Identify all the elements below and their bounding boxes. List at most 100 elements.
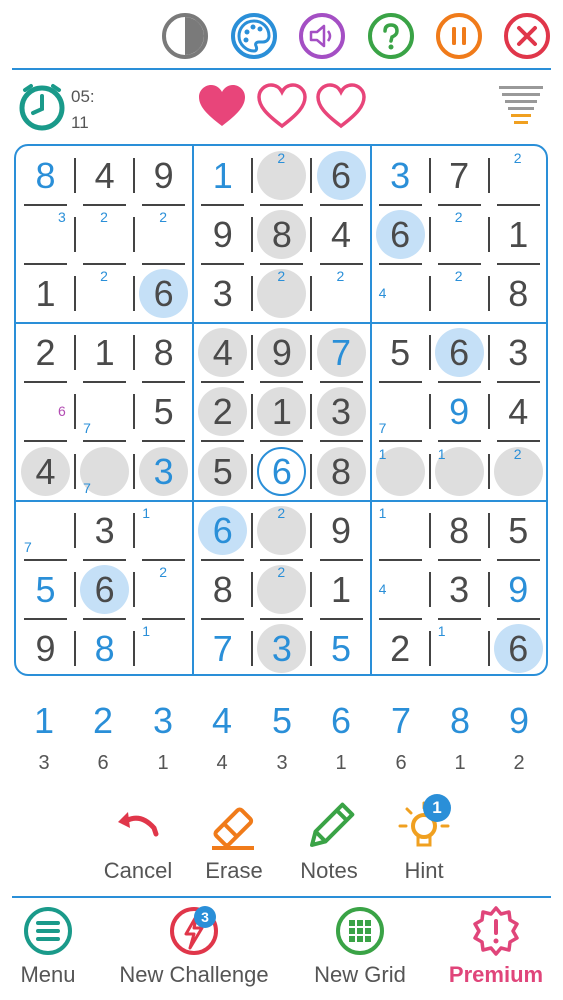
board-cell[interactable]: 2 — [193, 382, 254, 443]
board-cell[interactable]: 2 — [489, 442, 548, 501]
board-cell[interactable]: 2 — [75, 264, 136, 323]
board-cell[interactable]: 8 — [16, 146, 76, 206]
board-cell[interactable]: 1 — [134, 501, 193, 561]
board-cell[interactable]: 2 — [430, 205, 490, 266]
board-cell[interactable]: 9 — [134, 146, 193, 206]
difficulty-bars-icon[interactable] — [496, 84, 546, 132]
board-cell[interactable]: 8 — [134, 323, 193, 384]
number-pad-key[interactable]: 5 — [262, 700, 302, 742]
board-cell[interactable]: 1 — [312, 560, 371, 620]
board-cell[interactable]: 2 — [75, 205, 136, 266]
board-cell[interactable]: 9 — [16, 619, 76, 678]
nav-premium[interactable]: Premium — [440, 904, 552, 996]
board-cell[interactable]: 2 — [430, 264, 490, 323]
help-icon[interactable] — [367, 12, 415, 60]
board-cell[interactable]: 6 — [75, 560, 136, 620]
board-cell[interactable]: 7 — [430, 146, 490, 206]
board-cell[interactable]: 6 — [134, 264, 193, 323]
board-cell[interactable]: 8 — [75, 619, 136, 678]
board-cell[interactable]: 3 — [312, 382, 371, 443]
board-cell[interactable]: 2 — [371, 619, 431, 678]
board-cell[interactable]: 4 — [371, 560, 431, 620]
board-cell[interactable]: 6 — [312, 146, 371, 206]
board-cell[interactable]: 8 — [489, 264, 548, 323]
board-cell[interactable]: 5 — [134, 382, 193, 443]
board-cell[interactable]: 2 — [312, 264, 371, 323]
board-cell[interactable]: 7 — [75, 442, 136, 501]
board-cell[interactable]: 8 — [430, 501, 490, 561]
nav-menu[interactable]: Menu — [8, 904, 88, 996]
erase-button[interactable]: Erase — [179, 800, 289, 892]
board-cell[interactable]: 7 — [75, 382, 136, 443]
board-cell[interactable]: 1 — [134, 619, 193, 678]
board-cell[interactable]: 2 — [252, 146, 313, 206]
palette-icon[interactable] — [230, 12, 278, 60]
board-cell[interactable]: 1 — [75, 323, 136, 384]
hint-button[interactable]: 1 Hint — [369, 794, 479, 892]
board-cell[interactable]: 2 — [16, 323, 76, 384]
board-cell[interactable]: 1 — [371, 442, 431, 501]
board-cell[interactable]: 5 — [16, 560, 76, 620]
board-cell[interactable]: 8 — [193, 560, 254, 620]
board-cell[interactable]: 2 — [134, 560, 193, 620]
board-cell[interactable]: 2 — [252, 560, 313, 620]
number-pad-key[interactable]: 8 — [440, 700, 480, 742]
board-cell[interactable]: 6 — [489, 619, 548, 678]
number-pad-key[interactable]: 4 — [202, 700, 242, 742]
nav-new-grid[interactable]: New Grid — [300, 904, 420, 996]
board-cell[interactable]: 3 — [16, 205, 76, 266]
board-cell[interactable]: 7 — [312, 323, 371, 384]
board-cell[interactable]: 9 — [312, 501, 371, 561]
number-pad-key[interactable]: 1 — [24, 700, 64, 742]
board-cell[interactable]: 6 — [371, 205, 431, 266]
board-cell[interactable]: 2 — [134, 205, 193, 266]
board-cell[interactable]: 4 — [312, 205, 371, 266]
board-cell[interactable]: 4 — [489, 382, 548, 443]
number-pad-key[interactable]: 6 — [321, 700, 361, 742]
number-pad-key[interactable]: 3 — [143, 700, 183, 742]
board-cell[interactable]: 4 — [193, 323, 254, 384]
board-cell[interactable]: 3 — [371, 146, 431, 206]
board-cell[interactable]: 1 — [193, 146, 254, 206]
board-cell[interactable]: 5 — [371, 323, 431, 384]
board-cell[interactable]: 3 — [489, 323, 548, 384]
number-pad-key[interactable]: 9 — [499, 700, 539, 742]
board-cell[interactable]: 1 — [16, 264, 76, 323]
board-cell[interactable]: 6 — [16, 382, 76, 443]
board-cell[interactable]: 3 — [193, 264, 254, 323]
board-cell[interactable]: 3 — [430, 560, 490, 620]
board-cell[interactable]: 5 — [489, 501, 548, 561]
board-cell[interactable]: 6 — [193, 501, 254, 561]
board-cell[interactable]: 4 — [371, 264, 431, 323]
board-cell[interactable]: 3 — [134, 442, 193, 501]
board-cell[interactable]: 4 — [16, 442, 76, 501]
board-cell[interactable]: 3 — [75, 501, 136, 561]
board-cell[interactable]: 9 — [252, 323, 313, 384]
board-cell[interactable]: 9 — [193, 205, 254, 266]
board-cell[interactable]: 8 — [252, 205, 313, 266]
board-cell[interactable]: 2 — [489, 146, 548, 206]
sound-icon[interactable] — [298, 12, 346, 60]
board-cell[interactable]: 7 — [193, 619, 254, 678]
board-cell[interactable]: 2 — [252, 501, 313, 561]
board-cell[interactable]: 9 — [430, 382, 490, 443]
board-cell[interactable]: 2 — [252, 264, 313, 323]
board-cell[interactable]: 1 — [430, 619, 490, 678]
board-cell[interactable]: 4 — [75, 146, 136, 206]
board-cell[interactable]: 6 — [430, 323, 490, 384]
nav-new-challenge[interactable]: 3 New Challenge — [108, 904, 280, 996]
board-cell[interactable]: 5 — [312, 619, 371, 678]
contrast-icon[interactable] — [161, 12, 209, 60]
board-cell[interactable]: 1 — [430, 442, 490, 501]
number-pad-key[interactable]: 2 — [83, 700, 123, 742]
cancel-button[interactable]: Cancel — [83, 800, 193, 892]
pause-icon[interactable] — [435, 12, 483, 60]
close-icon[interactable] — [503, 12, 551, 60]
board-cell[interactable]: 9 — [489, 560, 548, 620]
number-pad-key[interactable]: 7 — [381, 700, 421, 742]
board-cell[interactable]: 7 — [371, 382, 431, 443]
board-cell[interactable]: 7 — [16, 501, 76, 561]
board-cell[interactable]: 5 — [193, 442, 254, 501]
board-cell[interactable]: 6 — [252, 442, 313, 501]
board-cell[interactable]: 8 — [312, 442, 371, 501]
